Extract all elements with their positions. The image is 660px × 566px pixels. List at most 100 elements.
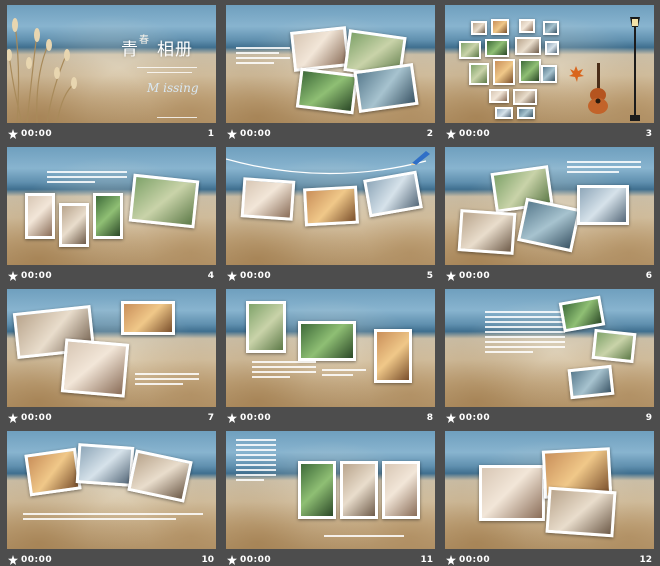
- slide-cell-6: 00:00 6: [445, 147, 654, 284]
- slide-number: 6: [645, 271, 652, 281]
- slide-thumbnail-2[interactable]: [226, 5, 435, 123]
- caption-text-block: [135, 373, 199, 385]
- slide-footer-3: 00:00 3: [445, 126, 654, 142]
- slide-sorter-grid: 青 相册 春 M issing 00:00 1 00:00 2 00:00 3 …: [7, 5, 654, 566]
- photo: [591, 328, 637, 364]
- photo: [127, 449, 193, 503]
- slide-thumbnail-3[interactable]: [445, 5, 654, 123]
- slide-cell-5: 00:00 5: [226, 147, 435, 284]
- cover-text-line: [147, 72, 192, 73]
- street-lamp-icon: [630, 17, 640, 121]
- photo: [25, 193, 55, 239]
- star-transition-icon[interactable]: [227, 413, 237, 423]
- photo: [246, 301, 286, 353]
- photo: [93, 193, 123, 239]
- slide-duration: 00:00: [21, 555, 53, 565]
- star-transition-icon[interactable]: [446, 413, 456, 423]
- slide-cell-3: 00:00 3: [445, 5, 654, 142]
- caption-text-block: [236, 439, 276, 481]
- slide-cell-4: 00:00 4: [7, 147, 216, 284]
- slide-duration: 00:00: [459, 271, 491, 281]
- photo: [382, 461, 420, 519]
- star-transition-icon[interactable]: [8, 555, 18, 565]
- slide-number: 12: [639, 555, 652, 565]
- slide-footer-5: 00:00 5: [226, 268, 435, 284]
- slide-thumbnail-7[interactable]: [7, 289, 216, 407]
- slide-thumbnail-11[interactable]: [226, 431, 435, 549]
- slide-cell-7: 00:00 7: [7, 289, 216, 426]
- cover-subtitle: M issing: [147, 81, 199, 95]
- slide-thumbnail-12[interactable]: [445, 431, 654, 549]
- slide-thumbnail-1[interactable]: 青 相册 春 M issing: [7, 5, 216, 123]
- slide-duration: 00:00: [459, 555, 491, 565]
- star-transition-icon[interactable]: [227, 555, 237, 565]
- photo: [489, 89, 509, 103]
- photo: [517, 197, 581, 253]
- photo: [479, 465, 545, 521]
- slide-cell-8: 00:00 8: [226, 289, 435, 426]
- photo: [240, 177, 296, 221]
- slide-cell-9: 00:00 9: [445, 289, 654, 426]
- slide-thumbnail-4[interactable]: [7, 147, 216, 265]
- slide-footer-1: 00:00 1: [7, 126, 216, 142]
- slide-number: 7: [207, 413, 214, 423]
- star-transition-icon[interactable]: [8, 413, 18, 423]
- photo: [515, 37, 541, 55]
- caption-text-block: [485, 311, 565, 353]
- star-transition-icon[interactable]: [227, 271, 237, 281]
- photo: [519, 59, 541, 83]
- slide-footer-8: 00:00 8: [226, 410, 435, 426]
- slide-footer-9: 00:00 9: [445, 410, 654, 426]
- photo: [298, 321, 356, 361]
- caption-text-block: [236, 47, 290, 64]
- caption-text-block: [23, 513, 203, 520]
- slide-thumbnail-6[interactable]: [445, 147, 654, 265]
- photo: [60, 338, 130, 398]
- slide-cell-10: 00:00 10: [7, 431, 216, 566]
- star-transition-icon[interactable]: [8, 271, 18, 281]
- slide-cell-1: 青 相册 春 M issing 00:00 1: [7, 5, 216, 142]
- slide-footer-10: 00:00 10: [7, 552, 216, 566]
- photo: [541, 65, 557, 83]
- slide-duration: 00:00: [459, 413, 491, 423]
- slide-duration: 00:00: [240, 413, 272, 423]
- photo: [353, 63, 419, 113]
- slide-cell-11: 00:00 11: [226, 431, 435, 566]
- slide-number: 1: [207, 129, 214, 139]
- photo: [295, 67, 359, 115]
- slide-footer-4: 00:00 4: [7, 268, 216, 284]
- slide-duration: 00:00: [459, 129, 491, 139]
- slide-thumbnail-9[interactable]: [445, 289, 654, 407]
- photo: [469, 63, 489, 85]
- grass-icon: [7, 18, 77, 123]
- star-transition-icon[interactable]: [446, 555, 456, 565]
- star-transition-icon[interactable]: [8, 129, 18, 139]
- photo: [298, 461, 336, 519]
- slide-duration: 00:00: [240, 555, 272, 565]
- star-transition-icon[interactable]: [446, 271, 456, 281]
- photo: [471, 21, 487, 35]
- star-transition-icon[interactable]: [227, 129, 237, 139]
- photo: [340, 461, 378, 519]
- slide-footer-7: 00:00 7: [7, 410, 216, 426]
- slide-thumbnail-10[interactable]: [7, 431, 216, 549]
- slide-thumbnail-8[interactable]: [226, 289, 435, 407]
- slide-number: 8: [426, 413, 433, 423]
- pencil-icon: [411, 151, 430, 165]
- slide-footer-11: 00:00 11: [226, 552, 435, 566]
- slide-cell-12: 00:00 12: [445, 431, 654, 566]
- caption-text-block: [324, 535, 404, 537]
- guitar-icon: [588, 63, 608, 114]
- star-transition-icon[interactable]: [446, 129, 456, 139]
- photo: [459, 41, 481, 59]
- photo: [543, 21, 559, 35]
- caption-text-block: [47, 171, 127, 183]
- slide-number: 3: [645, 129, 652, 139]
- caption-text-block: [567, 161, 641, 173]
- photo: [59, 203, 89, 247]
- slide-number: 5: [426, 271, 433, 281]
- slide-footer-6: 00:00 6: [445, 268, 654, 284]
- slide-number: 4: [207, 271, 214, 281]
- photo: [558, 295, 606, 333]
- slide-thumbnail-5[interactable]: [226, 147, 435, 265]
